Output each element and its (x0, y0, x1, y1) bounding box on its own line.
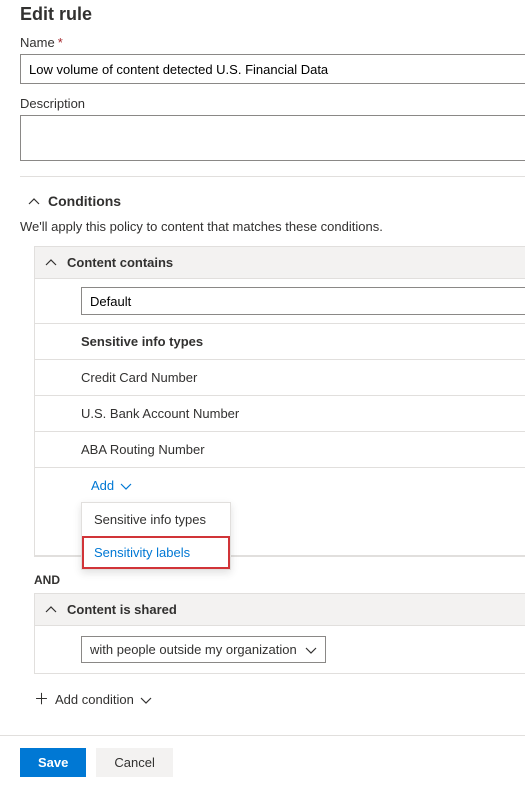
content-contains-header[interactable]: Content contains (35, 247, 525, 279)
add-button[interactable]: Add (91, 478, 132, 493)
name-input[interactable] (20, 54, 525, 84)
page-title: Edit rule (20, 4, 525, 25)
conditions-subtext: We'll apply this policy to content that … (20, 219, 525, 234)
dropdown-item-sensitive-info-types[interactable]: Sensitive info types (82, 503, 230, 536)
cancel-button[interactable]: Cancel (96, 748, 172, 777)
chevron-down-icon (120, 480, 132, 492)
content-shared-select[interactable]: with people outside my organization (81, 636, 326, 663)
sensitive-info-types-header: Sensitive info types (35, 323, 525, 360)
chevron-up-icon (45, 604, 57, 616)
divider (20, 176, 525, 177)
list-item[interactable]: Credit Card Number (35, 360, 525, 396)
and-operator-label: AND (20, 567, 525, 593)
chevron-up-icon (45, 257, 57, 269)
bottom-bar: Save Cancel (0, 735, 525, 789)
list-item[interactable]: U.S. Bank Account Number (35, 396, 525, 432)
conditions-header[interactable]: Conditions (20, 191, 525, 217)
dropdown-item-sensitivity-labels[interactable]: Sensitivity labels (82, 536, 230, 569)
name-label: Name* (20, 35, 525, 50)
add-dropdown: Sensitive info types Sensitivity labels (81, 502, 231, 570)
chevron-down-icon (305, 644, 317, 656)
chevron-up-icon (28, 195, 40, 207)
save-button[interactable]: Save (20, 748, 86, 777)
description-input[interactable] (20, 115, 525, 161)
content-contains-group: Content contains Sensitive info types Cr… (34, 246, 525, 557)
content-shared-header[interactable]: Content is shared (35, 594, 525, 626)
required-indicator: * (58, 35, 63, 50)
default-group-input[interactable] (81, 287, 525, 315)
content-shared-group: Content is shared with people outside my… (34, 593, 525, 674)
list-item[interactable]: ABA Routing Number (35, 432, 525, 468)
description-label: Description (20, 96, 525, 111)
